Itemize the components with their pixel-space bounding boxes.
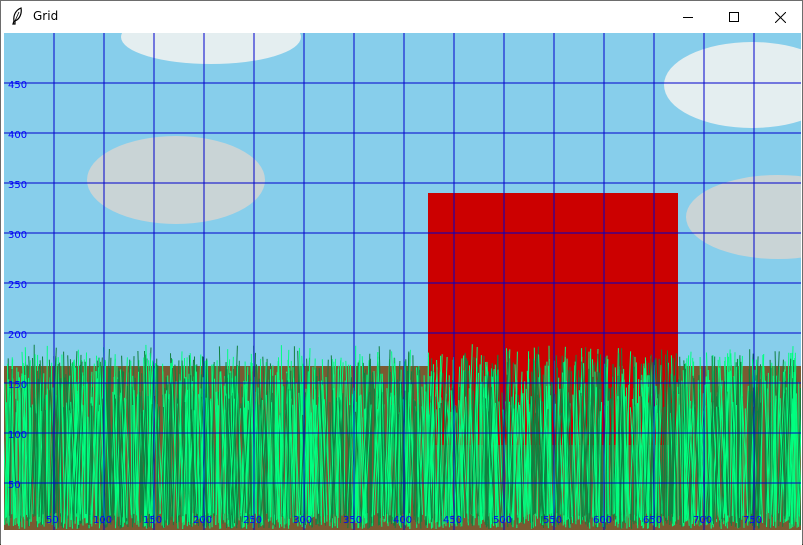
x-label: 250 <box>243 515 262 526</box>
scene-svg: 450 400 350 300 250 200 150 100 50 50 10… <box>4 33 801 530</box>
drawing-canvas[interactable]: 450 400 350 300 250 200 150 100 50 50 10… <box>4 33 801 530</box>
x-label: 150 <box>143 515 162 526</box>
x-axis-labels: 50 100 150 200 250 300 350 400 450 500 5… <box>46 515 762 526</box>
minimize-button[interactable] <box>665 1 711 33</box>
x-label: 650 <box>643 515 662 526</box>
x-label: 700 <box>693 515 712 526</box>
x-label: 100 <box>93 515 112 526</box>
maximize-icon <box>729 12 739 22</box>
close-button[interactable] <box>757 1 803 33</box>
x-label: 350 <box>343 515 362 526</box>
y-label: 100 <box>8 430 27 441</box>
x-label: 750 <box>743 515 762 526</box>
x-label: 50 <box>46 515 59 526</box>
x-label: 500 <box>493 515 512 526</box>
grass-blade <box>532 399 533 528</box>
y-label: 450 <box>8 80 27 91</box>
grass-blade <box>634 367 635 515</box>
window-bottom-border <box>1 530 802 545</box>
y-label: 300 <box>8 230 27 241</box>
y-label: 350 <box>8 180 27 191</box>
y-label: 150 <box>8 380 27 391</box>
grass-blade <box>705 385 706 516</box>
y-label: 400 <box>8 130 27 141</box>
maximize-button[interactable] <box>711 1 757 33</box>
x-label: 200 <box>193 515 212 526</box>
x-label: 400 <box>393 515 412 526</box>
grass-blade <box>269 380 270 522</box>
x-label: 550 <box>543 515 562 526</box>
app-window: Grid <box>0 0 803 544</box>
y-label: 200 <box>8 330 27 341</box>
window-title: Grid <box>33 9 58 23</box>
y-label: 50 <box>8 480 21 491</box>
close-icon <box>775 12 786 23</box>
minimize-icon <box>683 12 693 22</box>
x-label: 600 <box>593 515 612 526</box>
x-label: 450 <box>443 515 462 526</box>
grass-blade <box>296 383 297 517</box>
x-label: 300 <box>293 515 312 526</box>
feather-icon <box>10 7 26 25</box>
title-bar[interactable]: Grid <box>1 1 802 33</box>
grass-blade <box>273 393 274 525</box>
y-label: 250 <box>8 280 27 291</box>
cloud <box>87 136 265 224</box>
